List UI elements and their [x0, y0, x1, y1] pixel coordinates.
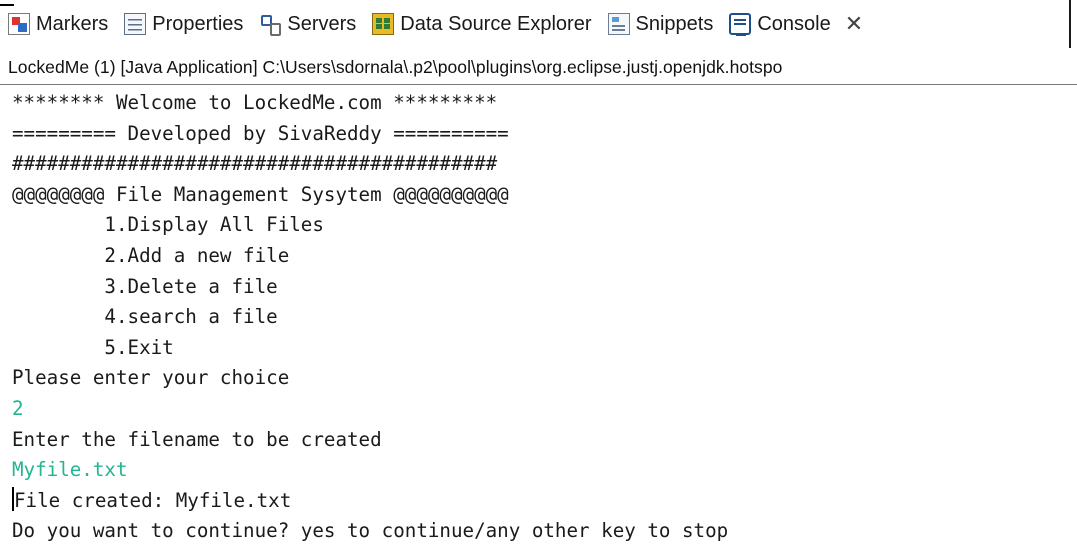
console-output-line: 2.Add a new file [12, 241, 1072, 272]
console-output-line: Please enter your choice [12, 363, 1072, 394]
tab-label: Snippets [635, 12, 714, 35]
console-launch-path: LockedMe (1) [Java Application] C:\Users… [0, 57, 1077, 85]
console-line-text: Enter the filename to be created [12, 427, 382, 451]
console-output-line: ******** Welcome to LockedMe.com *******… [12, 88, 1072, 119]
console-line-text: 4.search a file [12, 305, 278, 329]
console-line-text: Myfile.txt [12, 458, 128, 482]
console-output-line: 1.Display All Files [12, 210, 1072, 241]
console-output-line: File created: Myfile.txt [12, 486, 1072, 517]
console-output[interactable]: ******** Welcome to LockedMe.com *******… [12, 88, 1072, 547]
tab-markers[interactable]: Markers [0, 8, 116, 40]
console-output-line: 5.Exit [12, 333, 1072, 364]
console-output-line: Enter the filename to be created [12, 425, 1072, 456]
tab-label: Console [757, 12, 831, 35]
console-line-text: 2 [12, 396, 24, 420]
console-input-line: Myfile.txt [12, 455, 1072, 486]
tab-data-source-explorer[interactable]: Data Source Explorer [364, 8, 599, 40]
console-line-text: 3.Delete a file [12, 274, 278, 298]
tab-label: Servers [287, 12, 357, 35]
console-line-text: @@@@@@@@ File Management Sysytem @@@@@@@… [12, 182, 509, 206]
panel-right-edge [1069, 0, 1077, 48]
console-output-line: 4.search a file [12, 302, 1072, 333]
tab-console[interactable]: Console ✕ [721, 8, 867, 40]
tab-label: Markers [36, 12, 109, 35]
tab-properties[interactable]: Properties [116, 8, 251, 40]
console-line-text: File created: Myfile.txt [14, 488, 292, 512]
console-line-text: 2.Add a new file [12, 243, 290, 267]
console-output-line: Do you want to continue? yes to continue… [12, 516, 1072, 547]
servers-icon [259, 13, 282, 36]
properties-icon [124, 13, 147, 35]
console-line-text: Please enter your choice [12, 366, 290, 390]
console-line-text: 1.Display All Files [12, 213, 324, 237]
tab-label: Properties [152, 12, 244, 35]
console-output-line: @@@@@@@@ File Management Sysytem @@@@@@@… [12, 180, 1072, 211]
console-line-text: ******** Welcome to LockedMe.com *******… [12, 91, 498, 114]
data-source-explorer-icon [372, 13, 395, 35]
console-output-line: ########################################… [12, 149, 1072, 180]
console-line-text: ========= Developed by SivaReddy =======… [12, 121, 509, 145]
console-output-line: 3.Delete a file [12, 272, 1072, 303]
tab-servers[interactable]: Servers [251, 8, 364, 40]
console-line-text: 5.Exit [12, 335, 174, 359]
markers-icon [8, 13, 30, 35]
tab-label: Data Source Explorer [400, 12, 592, 35]
tab-snippets[interactable]: Snippets [600, 8, 722, 40]
console-output-line: ========= Developed by SivaReddy =======… [12, 119, 1072, 150]
view-tab-bar: Markers Properties Servers Data Source E… [0, 0, 1077, 48]
snippets-icon [607, 13, 630, 35]
console-input-line: 2 [12, 394, 1072, 425]
console-line-text: Do you want to continue? yes to continue… [12, 519, 729, 543]
console-icon [729, 13, 752, 36]
close-icon[interactable]: ✕ [845, 11, 863, 37]
console-line-text: ########################################… [12, 152, 498, 176]
